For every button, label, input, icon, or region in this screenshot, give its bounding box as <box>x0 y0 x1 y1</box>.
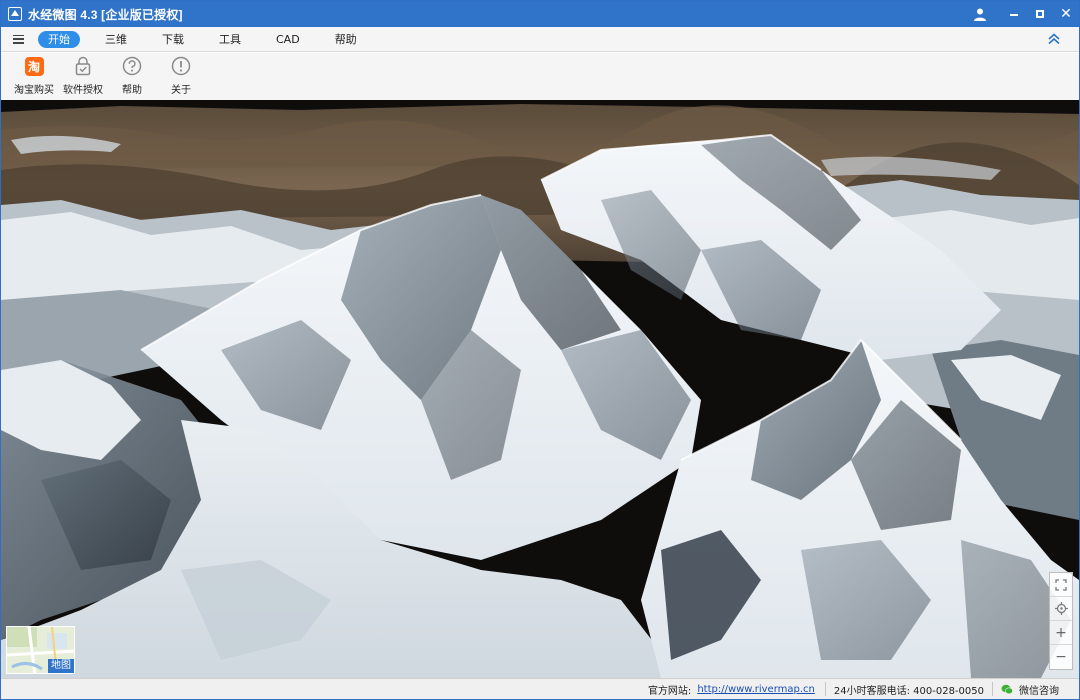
zoom-out-button[interactable]: − <box>1050 645 1072 669</box>
fullscreen-icon <box>1055 578 1067 591</box>
about-button[interactable]: 关于 <box>158 53 204 96</box>
minimize-button[interactable] <box>1001 1 1027 27</box>
software-license-label: 软件授权 <box>63 85 103 96</box>
tab-3d[interactable]: 三维 <box>95 31 137 48</box>
help-icon <box>122 56 142 76</box>
zoom-in-icon: + <box>1055 624 1067 641</box>
taobao-buy-button[interactable]: 淘 淘宝购买 <box>11 53 57 96</box>
about-label: 关于 <box>171 85 191 96</box>
minimize-icon <box>1010 14 1018 16</box>
zoom-in-button[interactable]: + <box>1050 621 1072 645</box>
app-window: 水经微图 4.3 [企业版已授权] ✕ 开始 三维 下载 工具 CAD 帮助 淘… <box>0 0 1080 700</box>
minimap-label: 地图 <box>48 659 74 673</box>
tab-tools[interactable]: 工具 <box>209 31 251 48</box>
status-divider <box>824 682 826 696</box>
fullscreen-button[interactable] <box>1050 573 1072 597</box>
window-controls: ✕ <box>967 1 1079 27</box>
minimap-thumbnail[interactable]: 地图 <box>6 626 75 674</box>
hamburger-menu-icon[interactable] <box>13 34 24 44</box>
wechat-consult-label: 微信咨询 <box>1019 685 1059 697</box>
info-icon <box>171 56 191 76</box>
app-logo-icon <box>8 7 22 21</box>
user-icon <box>974 8 986 21</box>
taobao-icon: 淘 <box>24 56 44 76</box>
menu-bar: 开始 三维 下载 工具 CAD 帮助 <box>1 27 1079 52</box>
tab-download[interactable]: 下载 <box>152 31 194 48</box>
zoom-out-icon: − <box>1055 649 1067 665</box>
terrain-render <box>1 100 1079 678</box>
close-icon: ✕ <box>1060 6 1072 22</box>
tab-help[interactable]: 帮助 <box>325 31 367 48</box>
close-button[interactable]: ✕ <box>1053 1 1079 27</box>
support-phone: 24小时客服电话: 400-028-0050 <box>833 685 984 697</box>
software-license-button[interactable]: 软件授权 <box>60 53 106 96</box>
official-site-label: 官方网站: <box>647 685 692 697</box>
official-site-link[interactable]: http://www.rivermap.cn <box>697 684 815 695</box>
maximize-icon <box>1036 10 1044 18</box>
ribbon-toolbar: 淘 淘宝购买 软件授权 帮助 关于 <box>1 53 1079 100</box>
tab-cad[interactable]: CAD <box>266 31 310 48</box>
collapse-ribbon-icon[interactable] <box>1047 32 1061 46</box>
wechat-icon <box>1001 684 1013 694</box>
taobao-buy-label: 淘宝购买 <box>14 85 54 96</box>
map-view-3d[interactable]: 地图 + − <box>1 100 1079 678</box>
title-bar: 水经微图 4.3 [企业版已授权] ✕ <box>1 1 1079 27</box>
help-button[interactable]: 帮助 <box>109 53 155 96</box>
user-button[interactable] <box>967 1 993 27</box>
lock-icon <box>75 56 91 76</box>
wechat-consult-button[interactable]: 微信咨询 <box>1001 682 1059 697</box>
map-toolbar: + − <box>1049 572 1073 670</box>
help-label: 帮助 <box>122 85 142 96</box>
tab-start[interactable]: 开始 <box>38 30 80 48</box>
locate-icon <box>1054 602 1068 615</box>
maximize-button[interactable] <box>1027 1 1053 27</box>
status-bar: 官方网站: http://www.rivermap.cn 24小时客服电话: 4… <box>1 678 1079 699</box>
window-title: 水经微图 4.3 [企业版已授权] <box>28 7 183 22</box>
locate-button[interactable] <box>1050 597 1072 621</box>
status-divider <box>992 682 993 696</box>
